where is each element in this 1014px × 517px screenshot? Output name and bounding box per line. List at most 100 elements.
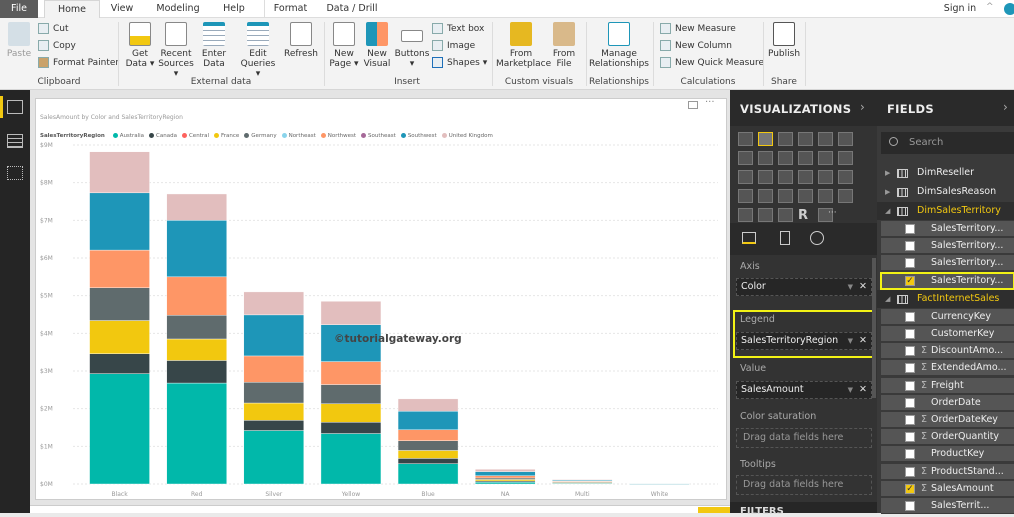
field-table[interactable]: ◢ FactInternetSales (877, 289, 1014, 308)
report-view-icon[interactable] (7, 100, 23, 114)
field-checkbox[interactable] (905, 432, 915, 443)
image-button[interactable]: Image (432, 39, 475, 53)
text-box-button[interactable]: Text box (432, 22, 484, 36)
field-checkbox[interactable] (905, 466, 915, 477)
color-saturation-drop-zone[interactable]: Drag data fields here (736, 428, 872, 448)
collapse-ribbon-icon[interactable]: ^ (986, 2, 994, 12)
visual-type-icon[interactable] (758, 208, 773, 222)
visual-type-icon[interactable] (778, 189, 793, 203)
field-item[interactable]: Σ DiscountAmo... (881, 343, 1014, 360)
field-item[interactable]: ProductKey (881, 446, 1014, 463)
remove-field-icon[interactable]: ✕ (859, 382, 867, 398)
visual-type-icon[interactable] (798, 132, 813, 146)
visual-type-icon[interactable] (738, 189, 753, 203)
sign-in-link[interactable]: Sign in (938, 0, 982, 18)
chevron-down-icon[interactable]: ▼ (848, 279, 853, 295)
field-checkbox[interactable] (905, 329, 915, 339)
new-visual-button[interactable]: New Visual (362, 22, 392, 69)
expanded-arrow-icon[interactable]: ◢ (885, 290, 890, 308)
remove-field-icon[interactable]: ✕ (859, 333, 867, 349)
visual-type-icon[interactable] (758, 170, 773, 184)
field-item[interactable]: ✓ SalesTerritory... (880, 271, 1014, 290)
tab-view[interactable]: View (104, 0, 140, 18)
field-item[interactable]: Σ ExtendedAmo... (881, 360, 1014, 377)
visual-type-icon[interactable] (818, 132, 833, 146)
visual-type-icon[interactable] (778, 151, 793, 165)
visual-type-icon[interactable] (838, 170, 853, 184)
shapes-button[interactable]: Shapes ▾ (432, 56, 487, 70)
viz-pane-scrollbar[interactable] (872, 258, 876, 398)
field-checkbox[interactable] (905, 415, 915, 425)
chevron-down-icon[interactable]: ▼ (848, 382, 853, 398)
refresh-button[interactable]: Refresh (284, 22, 318, 59)
field-item[interactable]: SalesTerritory... (881, 255, 1014, 272)
help-icon[interactable] (1004, 3, 1014, 15)
edit-queries-button[interactable]: Edit Queries ▾ (238, 22, 278, 79)
paste-button[interactable]: Paste (4, 22, 34, 59)
collapsed-arrow-icon[interactable]: ▶ (885, 183, 890, 201)
field-item[interactable]: Σ ProductStand... (881, 463, 1014, 480)
manage-relationships-button[interactable]: Manage Relationships (588, 22, 650, 69)
field-checkbox[interactable] (905, 241, 915, 252)
buttons-button[interactable]: Buttons ▾ (394, 22, 430, 69)
field-checkbox[interactable] (905, 346, 915, 357)
tab-file[interactable]: File (0, 0, 38, 18)
field-item[interactable]: SalesTerritory... (881, 221, 1014, 237)
field-item[interactable]: CurrencyKey (881, 308, 1014, 325)
field-item[interactable]: Σ Freight (881, 377, 1014, 394)
stacked-column-chart-icon[interactable] (758, 132, 773, 146)
format-painter-button[interactable]: Format Painter (38, 56, 119, 70)
field-checkbox[interactable] (905, 224, 915, 234)
visual-type-icon[interactable] (778, 170, 793, 184)
field-item[interactable]: Σ OrderDateKey (881, 412, 1014, 428)
field-item[interactable]: OrderDate (881, 394, 1014, 411)
remove-field-icon[interactable]: ✕ (859, 279, 867, 295)
visual-type-icon[interactable] (738, 151, 753, 165)
field-table[interactable]: ▶ DimReseller (877, 164, 1014, 182)
visual-type-icon[interactable] (818, 151, 833, 165)
copy-button[interactable]: Copy (38, 39, 76, 53)
collapse-visualizations-icon[interactable]: › (860, 100, 865, 114)
field-item[interactable]: SalesTerrit... (881, 498, 1014, 514)
visual-type-icon[interactable] (818, 170, 833, 184)
visual-type-icon[interactable] (758, 189, 773, 203)
visual-type-icon[interactable] (838, 132, 853, 146)
field-table[interactable]: ▶ DimSalesReason (877, 183, 1014, 201)
collapsed-arrow-icon[interactable]: ▶ (885, 164, 890, 182)
chevron-down-icon[interactable]: ▼ (848, 333, 853, 349)
tab-home[interactable]: Home (44, 0, 100, 18)
analytics-magnifier-icon[interactable] (810, 231, 824, 245)
visual-type-icon[interactable] (798, 151, 813, 165)
field-checkbox[interactable] (905, 449, 915, 460)
from-marketplace-button[interactable]: From Marketplace (496, 22, 551, 69)
data-view-icon[interactable] (7, 134, 23, 148)
collapse-fields-icon[interactable]: › (1003, 100, 1008, 114)
visual-type-icon[interactable] (778, 208, 793, 222)
field-checkbox[interactable]: ✓ (905, 483, 915, 494)
tooltips-drop-zone[interactable]: Drag data fields here (736, 475, 872, 495)
from-file-button[interactable]: From File (548, 22, 580, 69)
field-item[interactable]: Σ OrderQuantity (881, 429, 1014, 446)
tab-help[interactable]: Help (214, 0, 254, 18)
legend-well[interactable]: SalesTerritoryRegion ▼ ✕ (736, 332, 872, 350)
new-measure-button[interactable]: New Measure (660, 22, 736, 36)
visual-type-icon[interactable] (738, 170, 753, 184)
visual-type-icon[interactable] (738, 132, 753, 146)
axis-well[interactable]: Color ▼ ✕ (736, 278, 872, 296)
fields-search-input[interactable]: Search (881, 132, 1014, 154)
tab-data-drill[interactable]: Data / Drill (320, 0, 384, 18)
format-paint-roller-icon[interactable] (780, 231, 790, 245)
get-data-button[interactable]: Get Data ▾ (124, 22, 156, 69)
publish-button[interactable]: Publish (766, 22, 802, 59)
visual-type-icon[interactable] (838, 151, 853, 165)
field-checkbox[interactable]: ✓ (905, 275, 915, 286)
stacked-column-chart-visual[interactable]: SalesAmount by Color and SalesTerritoryR… (35, 97, 727, 500)
enter-data-button[interactable]: Enter Data (198, 22, 230, 69)
field-item[interactable]: CustomerKey (881, 326, 1014, 342)
recent-sources-button[interactable]: Recent Sources ▾ (156, 22, 196, 79)
visual-type-icon[interactable] (798, 189, 813, 203)
more-visuals-icon[interactable]: ··· (828, 208, 837, 218)
r-visual-icon[interactable]: R (798, 208, 813, 223)
relationships-view-icon[interactable] (7, 166, 23, 180)
visual-type-icon[interactable] (798, 170, 813, 184)
